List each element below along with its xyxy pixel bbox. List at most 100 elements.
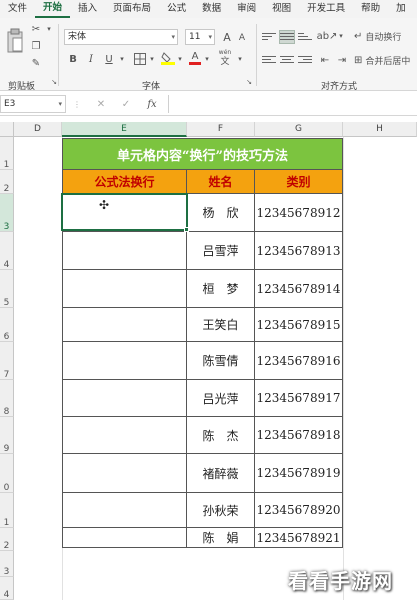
font-color-dropdown-icon[interactable]: ▾ xyxy=(203,52,211,66)
column-header-d[interactable]: D xyxy=(14,122,62,137)
category-cell[interactable]: 12345678915 xyxy=(255,308,343,342)
menu-item[interactable]: 插入 xyxy=(70,0,105,18)
column-header-h[interactable]: H xyxy=(343,122,417,137)
align-top-button[interactable] xyxy=(262,31,276,43)
formula-wrap-cell[interactable] xyxy=(62,270,187,308)
menu-item[interactable]: 开始 xyxy=(35,0,71,18)
column-header-f[interactable]: F xyxy=(187,122,255,137)
formula-wrap-cell[interactable] xyxy=(62,417,187,454)
table-title[interactable]: 单元格内容“换行”的技巧方法 xyxy=(62,138,343,170)
row-header[interactable]: 4 xyxy=(0,577,14,600)
name-cell[interactable]: 陈 娟 xyxy=(187,528,255,548)
bold-button[interactable]: B xyxy=(66,52,80,66)
font-size-select[interactable]: 11 ▾ xyxy=(185,29,215,45)
row-header[interactable]: 8 xyxy=(0,380,14,417)
grow-font-button[interactable]: A xyxy=(221,29,233,45)
underline-button[interactable]: U xyxy=(102,52,116,66)
fill-handle[interactable] xyxy=(184,227,189,232)
row-header[interactable]: 2 xyxy=(0,170,14,194)
phonetic-dropdown-icon[interactable]: ▾ xyxy=(236,52,244,66)
orientation-icon[interactable]: ab↗ xyxy=(317,29,338,43)
name-cell[interactable]: 褚醉薇 xyxy=(187,454,255,493)
cancel-icon[interactable]: ✕ xyxy=(94,96,108,112)
formula-wrap-cell[interactable] xyxy=(62,380,187,417)
menu-item[interactable]: 页面布局 xyxy=(105,0,159,18)
category-cell[interactable]: 12345678918 xyxy=(255,417,343,454)
row-header[interactable]: 3 xyxy=(0,194,14,232)
name-cell[interactable]: 桓 梦 xyxy=(187,270,255,308)
formula-wrap-cell[interactable] xyxy=(62,232,187,270)
name-cell[interactable]: 王笑白 xyxy=(187,308,255,342)
clipboard-dropdown-icon[interactable]: ▾ xyxy=(44,24,54,34)
menu-item[interactable]: 加 xyxy=(388,0,414,18)
name-cell[interactable]: 杨 欣 xyxy=(187,194,255,232)
fill-color-icon[interactable] xyxy=(160,50,176,66)
wrap-text-button[interactable]: ↵ 自动换行 xyxy=(354,28,414,44)
row-header[interactable]: 2 xyxy=(0,528,14,551)
align-center-button[interactable] xyxy=(280,54,294,66)
header-category[interactable]: 类别 xyxy=(255,170,343,194)
menu-item[interactable]: 帮助 xyxy=(353,0,388,18)
active-cell-e3[interactable] xyxy=(61,193,188,231)
menu-item[interactable]: 开发工具 xyxy=(299,0,353,18)
column-header-e[interactable]: E xyxy=(62,122,187,137)
copy-icon[interactable]: ❐ xyxy=(30,40,42,52)
formula-wrap-cell[interactable] xyxy=(62,528,187,548)
menu-item[interactable]: 审阅 xyxy=(229,0,264,18)
category-cell[interactable]: 12345678920 xyxy=(255,493,343,528)
align-middle-button[interactable] xyxy=(279,30,295,44)
merge-center-button[interactable]: ⊞ 合并后居中 xyxy=(354,52,416,68)
font-name-select[interactable]: 宋体 ▾ xyxy=(64,29,178,45)
phonetic-button[interactable]: wén 文 xyxy=(214,48,236,68)
dialog-launcher-icon[interactable]: ↘ xyxy=(245,78,253,86)
name-cell[interactable]: 陈 杰 xyxy=(187,417,255,454)
category-cell[interactable]: 12345678919 xyxy=(255,454,343,493)
paste-button[interactable] xyxy=(4,24,26,58)
row-header[interactable]: 9 xyxy=(0,417,14,454)
formula-more-icon[interactable]: ⋮ xyxy=(73,96,81,112)
category-cell[interactable]: 12345678917 xyxy=(255,380,343,417)
row-header[interactable]: 6 xyxy=(0,308,14,342)
italic-button[interactable]: I xyxy=(84,52,98,66)
category-cell[interactable]: 12345678914 xyxy=(255,270,343,308)
name-cell[interactable]: 吕光萍 xyxy=(187,380,255,417)
increase-indent-icon[interactable]: ⇥ xyxy=(335,53,349,67)
align-bottom-button[interactable] xyxy=(298,31,312,43)
cut-icon[interactable]: ✂ xyxy=(30,23,42,35)
font-color-icon[interactable]: A xyxy=(188,50,202,66)
fill-dropdown-icon[interactable]: ▾ xyxy=(176,52,184,66)
shrink-font-button[interactable]: A xyxy=(236,31,248,45)
menu-item[interactable]: 视图 xyxy=(264,0,299,18)
name-cell[interactable]: 孙秋荣 xyxy=(187,493,255,528)
insert-function-icon[interactable]: fx xyxy=(144,96,160,112)
dialog-launcher-icon[interactable]: ↘ xyxy=(50,78,58,86)
row-header[interactable]: 1 xyxy=(0,137,14,170)
formula-wrap-cell[interactable] xyxy=(62,454,187,493)
name-cell[interactable]: 陈雪倩 xyxy=(187,342,255,380)
format-painter-icon[interactable]: ✎ xyxy=(30,57,42,69)
row-header[interactable]: 0 xyxy=(0,454,14,493)
formula-wrap-cell[interactable] xyxy=(62,308,187,342)
header-formula-wrap[interactable]: 公式法换行 xyxy=(62,170,187,194)
align-left-button[interactable] xyxy=(262,54,276,66)
formula-input[interactable] xyxy=(168,95,417,113)
confirm-icon[interactable]: ✓ xyxy=(119,96,133,112)
menu-item[interactable]: 数据 xyxy=(194,0,229,18)
menu-item[interactable]: 公式 xyxy=(159,0,194,18)
row-header[interactable]: 3 xyxy=(0,551,14,577)
row-header[interactable]: 1 xyxy=(0,493,14,528)
formula-wrap-cell[interactable] xyxy=(62,342,187,380)
decrease-indent-icon[interactable]: ⇤ xyxy=(318,53,332,67)
underline-dropdown-icon[interactable]: ▾ xyxy=(118,52,126,66)
category-cell[interactable]: 12345678912 xyxy=(255,194,343,232)
name-cell[interactable]: 吕雪萍 xyxy=(187,232,255,270)
border-dropdown-icon[interactable]: ▾ xyxy=(148,52,156,66)
row-header[interactable]: 4 xyxy=(0,232,14,270)
row-header[interactable]: 5 xyxy=(0,270,14,308)
header-name[interactable]: 姓名 xyxy=(187,170,255,194)
row-header[interactable]: 7 xyxy=(0,342,14,380)
name-box[interactable]: E3 ▾ xyxy=(0,95,66,113)
menu-item[interactable]: 文件 xyxy=(0,0,35,18)
column-header-g[interactable]: G xyxy=(255,122,343,137)
category-cell[interactable]: 12345678921 xyxy=(255,528,343,548)
